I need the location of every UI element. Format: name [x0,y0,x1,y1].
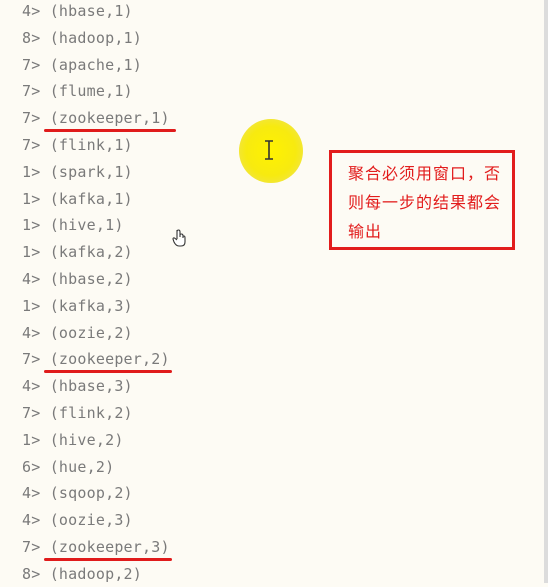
line-text: (hadoop,1) [49,28,143,47]
line-text: (apache,1) [49,55,143,74]
console-line: 7> (flume,1) [22,78,133,104]
console-line: 7> (zookeeper,2) [22,346,170,372]
line-prefix: 4> [22,323,41,342]
annotation-box: 聚合必须用窗口，否则每一步的结果都会输出 [329,150,515,250]
console-line: 4> (hbase,1) [22,0,133,24]
line-text: (sqoop,2) [49,484,133,503]
line-prefix: 7> [22,82,41,101]
line-text: (spark,1) [49,162,133,181]
console-line: 7> (flink,1) [22,132,133,158]
console-line: 1> (spark,1) [22,159,133,185]
console-line: 8> (hadoop,1) [22,25,142,51]
line-prefix: 7> [22,55,41,74]
line-text: (oozie,2) [49,323,133,342]
line-text: (hbase,3) [49,377,133,396]
console-line: 6> (hue,2) [22,454,114,480]
console-line: 1> (kafka,3) [22,293,133,319]
line-text: (hadoop,2) [49,564,143,583]
line-text: (hive,2) [49,430,124,449]
console-line: 4> (hbase,2) [22,266,133,292]
annotation-note: 聚合必须用窗口，否则每一步的结果都会输出 [348,164,502,241]
line-text: (flink,1) [49,136,133,154]
line-text: (hue,2) [49,457,115,476]
line-prefix: 1> [22,162,41,181]
console-line: 1> (kafka,2) [22,239,133,265]
line-text: (hbase,1) [49,2,133,20]
line-text: (flink,2) [49,404,133,422]
console-line: 4> (hbase,3) [22,373,133,399]
line-prefix: 1> [22,216,41,235]
line-text: (hive,1) [49,216,124,235]
line-text: (zookeeper,1) [49,109,170,128]
line-prefix: 4> [22,484,41,503]
console-line: 1> (kafka,1) [22,186,133,212]
ibeam-cursor-icon [265,140,273,160]
line-text: (kafka,3) [49,296,133,315]
line-prefix: 7> [22,109,41,128]
console-line: 1> (hive,2) [22,427,124,453]
console-line: 4> (oozie,3) [22,507,133,533]
console-line: 4> (sqoop,2) [22,480,133,506]
console-line: 7> (zookeeper,1) [22,105,170,131]
hand-cursor-icon [172,229,186,247]
console-output: 4> (hbase,1) 8> (hadoop,1) 7> (apache,1) 7>… [0,0,548,583]
line-prefix: 8> [22,28,41,47]
line-text: (kafka,1) [49,189,133,208]
line-prefix: 7> [22,136,41,154]
line-prefix: 6> [22,457,41,476]
line-prefix: 8> [22,564,41,583]
console-line: 7> (zookeeper,3) [22,534,170,560]
console-line: 7> (flink,2) [22,400,133,426]
line-text: (kafka,2) [49,243,133,262]
line-prefix: 4> [22,2,41,20]
line-text: (oozie,3) [49,511,133,530]
line-prefix: 4> [22,270,41,288]
line-prefix: 1> [22,189,41,208]
line-text: (zookeeper,2) [49,350,170,369]
line-text: (zookeeper,3) [49,538,170,556]
line-prefix: 7> [22,404,41,422]
console-line: 4> (oozie,2) [22,320,133,346]
line-text: (hbase,2) [49,270,133,288]
console-line: 1> (hive,1) [22,212,124,238]
window-edge [544,0,548,583]
line-text: (flume,1) [49,82,133,101]
line-prefix: 1> [22,430,41,449]
line-prefix: 4> [22,377,41,396]
line-prefix: 4> [22,511,41,530]
console-line: 7> (apache,1) [22,52,142,78]
line-prefix: 7> [22,538,41,556]
line-prefix: 1> [22,296,41,315]
line-prefix: 1> [22,243,41,262]
line-prefix: 7> [22,350,41,369]
